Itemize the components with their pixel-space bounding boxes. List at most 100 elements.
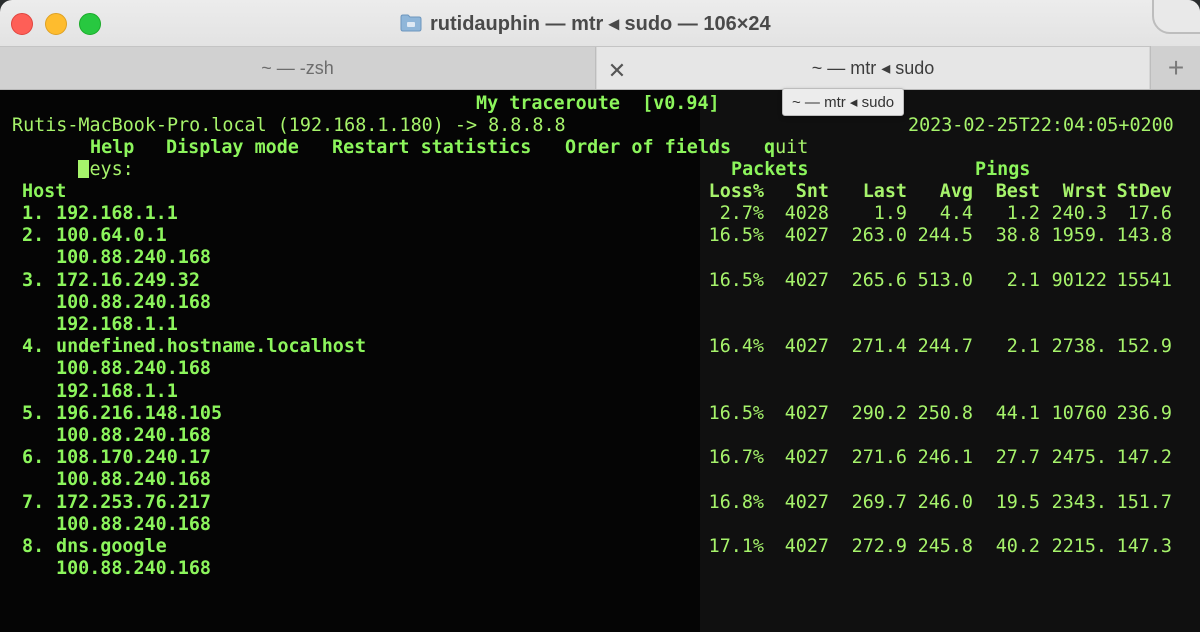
hop-avg: 513.0: [917, 269, 973, 291]
mtr-screen: My traceroute [v0.94] Rutis-MacBook-Pro.…: [0, 90, 1200, 632]
hop-wrst: 1959.: [1051, 225, 1107, 247]
tab-mtr-label: ~ — mtr ◂ sudo: [811, 57, 935, 78]
hop-alt-host: 100.88.240.168: [56, 558, 212, 580]
close-window-button[interactable]: [11, 13, 33, 35]
hop-snt: 4027: [784, 225, 829, 247]
col-avg-header: Avg: [939, 181, 973, 202]
hop-wrst: 2475.: [1051, 447, 1107, 469]
hop-number: 6.: [22, 447, 45, 469]
hop-stdev: 236.9: [1116, 402, 1172, 424]
hop-alt-host: 192.168.1.1: [56, 380, 178, 402]
hop-best: 38.8: [995, 225, 1040, 247]
col-snt-header: Snt: [795, 181, 829, 202]
hop-alt-host: 192.168.1.1: [56, 314, 178, 335]
key-restart-label: Restart statistics: [332, 137, 532, 158]
hop-loss: 2.7%: [719, 203, 764, 224]
hop-stdev: 151.7: [1116, 491, 1172, 513]
tab-zsh-label: ~ — -zsh: [261, 57, 334, 78]
hop-last: 263.0: [851, 225, 907, 247]
col-host-header: Host: [22, 181, 67, 202]
col-stdev-header: StDev: [1116, 181, 1172, 202]
col-best-header: Best: [995, 181, 1040, 202]
hop-alt-host: 100.88.240.168: [56, 291, 212, 313]
tab-tooltip: ~ — mtr ◂ sudo: [782, 88, 905, 116]
hop-alt-host: 100.88.240.168: [56, 513, 212, 535]
hop-host: undefined.hostname.localhost: [56, 336, 367, 358]
key-display-mode[interactable]: Display mode: [166, 137, 299, 159]
hop-host: 108.170.240.17: [56, 447, 212, 469]
hop-wrst: 240.3: [1051, 203, 1107, 224]
hop-best: 2.1: [1006, 269, 1040, 291]
key-display-mode-label: Display mode: [166, 137, 299, 158]
hop-alt-host: 100.88.240.168: [56, 469, 212, 491]
hop-best: 44.1: [995, 402, 1040, 424]
hop-snt: 4028: [784, 203, 829, 224]
hop-last: 271.6: [851, 447, 907, 469]
window-title-text: rutidauphin — mtr ◂ sudo — 106×24: [430, 12, 771, 35]
hop-number: 5.: [22, 402, 45, 424]
mtr-title: My traceroute [v0.94]: [476, 93, 720, 114]
key-order-of-fields[interactable]: Order of fields: [565, 137, 731, 159]
hop-best: 1.2: [1006, 203, 1040, 224]
hop-last: 271.4: [851, 336, 907, 358]
window-corner-control: [1152, 0, 1200, 34]
key-order-label: Order of fields: [565, 137, 732, 158]
tab-mtr-sudo[interactable]: ~ — mtr ◂ sudo: [597, 47, 1149, 89]
hop-alt-host: 100.88.240.168: [56, 425, 212, 446]
cursor-block: [78, 160, 90, 178]
hop-loss: 16.8%: [708, 491, 764, 513]
hop-best: 40.2: [995, 536, 1040, 557]
zoom-window-button[interactable]: [79, 13, 101, 35]
hop-last: 265.6: [851, 269, 907, 291]
hop-number: 4.: [22, 336, 45, 358]
new-tab-button[interactable]: +: [1150, 46, 1200, 89]
window-title: rutidauphin — mtr ◂ sudo — 106×24: [400, 10, 771, 36]
hop-stdev: 15541: [1116, 269, 1172, 291]
key-quit[interactable]: quit: [764, 137, 808, 159]
title-bar[interactable]: rutidauphin — mtr ◂ sudo — 106×24: [0, 0, 1200, 46]
hop-snt: 4027: [784, 447, 829, 469]
terminal-window: rutidauphin — mtr ◂ sudo — 106×24 ~ — -z…: [0, 0, 1200, 632]
timestamp: 2023-02-25T22:04:05+0200: [908, 115, 1174, 136]
hop-best: 27.7: [995, 447, 1040, 469]
hop-loss: 16.5%: [708, 402, 764, 424]
hop-avg: 245.8: [917, 536, 973, 557]
hop-host: 196.216.148.105: [56, 402, 223, 424]
col-last-header: Last: [862, 181, 907, 202]
key-quit-label: uit: [775, 137, 809, 158]
hop-best: 19.5: [995, 491, 1040, 513]
hop-host: 192.168.1.1: [56, 203, 178, 224]
hop-number: 3.: [22, 269, 45, 291]
hop-snt: 4027: [784, 336, 829, 358]
hop-snt: 4027: [784, 402, 829, 424]
hop-number: 1.: [22, 203, 45, 224]
folder-icon: [400, 14, 422, 32]
hop-alt-host: 100.88.240.168: [56, 247, 212, 269]
minimize-window-button[interactable]: [45, 13, 67, 35]
hop-stdev: 152.9: [1116, 336, 1172, 358]
hop-avg: 4.4: [939, 203, 973, 224]
tab-close-icon[interactable]: ✕: [607, 58, 627, 84]
hop-wrst: 2215.: [1051, 536, 1107, 557]
hop-host: 100.64.0.1: [56, 225, 167, 247]
source-line: Rutis-MacBook-Pro.local (192.168.1.180) …: [12, 115, 566, 136]
hop-snt: 4027: [784, 269, 829, 291]
hop-snt: 4027: [784, 536, 829, 557]
hop-wrst: 2343.: [1051, 491, 1107, 513]
hop-host: 172.253.76.217: [56, 491, 212, 513]
key-help[interactable]: Help: [90, 137, 134, 159]
hop-last: 290.2: [851, 402, 907, 424]
keys-label: eys:: [89, 159, 134, 180]
hop-loss: 16.4%: [708, 336, 764, 358]
tab-zsh[interactable]: ~ — -zsh: [0, 47, 596, 89]
key-restart-statistics[interactable]: Restart statistics: [332, 137, 531, 159]
hop-wrst: 2738.: [1051, 336, 1107, 358]
hop-avg: 244.5: [917, 225, 973, 247]
plus-icon: +: [1167, 51, 1185, 83]
hop-wrst: 90122: [1051, 269, 1107, 291]
hop-avg: 244.7: [917, 336, 973, 358]
hop-loss: 17.1%: [708, 536, 764, 557]
hop-avg: 246.1: [917, 447, 973, 469]
hop-last: 269.7: [851, 491, 907, 513]
hop-avg: 250.8: [917, 402, 973, 424]
